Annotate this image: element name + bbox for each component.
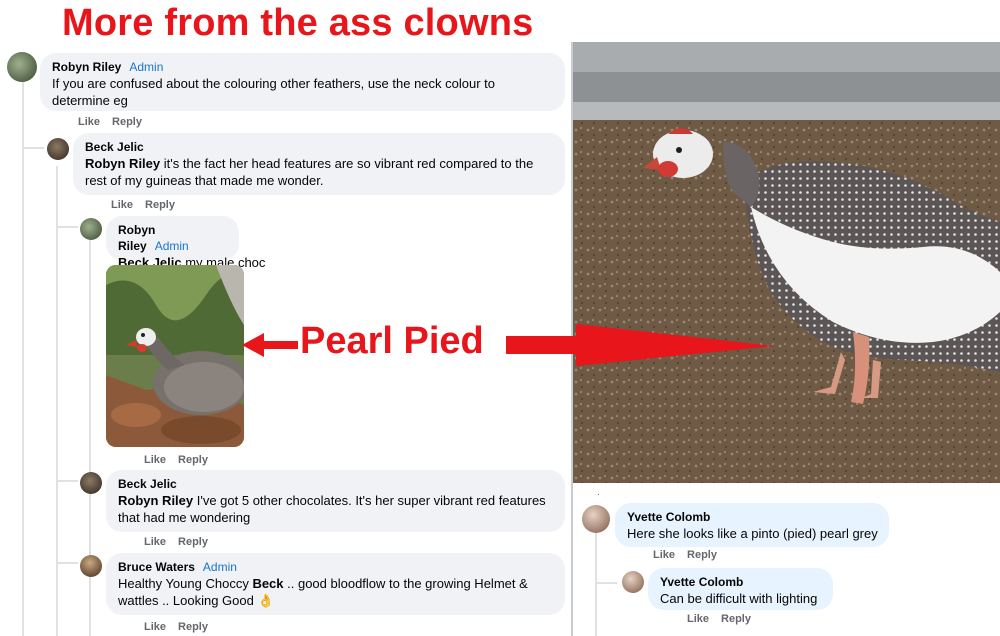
reply-button[interactable]: Reply [687,549,717,561]
like-button[interactable]: Like [653,549,675,561]
comment-author[interactable]: Beck Jelic [85,140,144,154]
comment-author[interactable]: Robyn Riley [52,60,121,74]
comment-bubble: Robyn Riley Admin If you are confused abo… [40,53,565,111]
comment-bubble: Robyn Riley Admin Beck Jelic my male choc [106,216,265,270]
like-button[interactable]: Like [78,116,100,128]
comment-text: Robyn Riley it's the fact her head featu… [85,156,534,188]
thread-connector [56,562,78,564]
like-button[interactable]: Like [144,621,166,633]
comment-actions: Like Reply [111,199,187,211]
admin-badge: Admin [202,560,237,574]
avatar[interactable] [47,138,69,160]
admin-badge: Admin [154,239,189,253]
comment-bubble: Beck Jelic Robyn Riley I've got 5 other … [106,470,565,532]
reply-button[interactable]: Reply [721,613,751,625]
avatar[interactable] [622,571,644,593]
avatar[interactable] [80,218,102,240]
comment-actions: Like Reply [144,536,220,548]
arrow-left-icon [242,333,298,357]
comment-author[interactable]: Yvette Colomb [627,510,710,524]
comment-author[interactable]: Beck Jelic [118,477,177,491]
like-button[interactable]: Like [687,613,709,625]
ok-hand-emoji: 👌 [257,593,274,608]
reply-button[interactable]: Reply [112,116,142,128]
thread-connector [22,147,44,149]
comment-actions: Like Reply [144,621,220,633]
headline: More from the ass clowns [62,2,534,44]
guinea-fowl-photo [106,265,244,447]
comment-photo[interactable] [106,265,244,447]
avatar[interactable] [582,505,610,533]
comment-text: Healthy Young Choccy Beck .. good bloodf… [118,576,528,608]
guinea-fowl-large-photo [573,42,1000,483]
comment-text: Here she looks like a pinto (pied) pearl… [627,526,878,541]
thread-line [56,166,58,636]
large-photo [573,42,1000,483]
arrow-right-icon [506,324,774,366]
thread-connector [56,226,78,228]
comment-bubble: Yvette Colomb Can be difficult with ligh… [648,568,833,610]
avatar[interactable] [7,52,37,82]
avatar[interactable] [80,472,102,494]
mention-link[interactable]: Beck [252,576,283,591]
comment-author[interactable]: Robyn Riley [118,223,155,253]
comment-author[interactable]: Yvette Colomb [660,575,743,589]
comment-bubble: Beck Jelic Robyn Riley it's the fact her… [73,133,565,195]
comment-author[interactable]: Bruce Waters [118,560,195,574]
comment-actions: Like Reply [78,116,154,128]
reply-button[interactable]: Reply [145,199,175,211]
comment-text: If you are confused about the colouring … [52,76,496,108]
thread-line [22,82,24,636]
like-button[interactable]: Like [144,536,166,548]
thread-connector [595,582,617,584]
mention-link[interactable]: Robyn Riley [118,493,193,508]
comment-bubble: Bruce Waters Admin Healthy Young Choccy B… [106,553,565,615]
mention-link[interactable]: Robyn Riley [85,156,160,171]
comment-actions: Like Reply [687,613,763,625]
thread-connector [56,480,78,482]
reply-button[interactable]: Reply [178,454,208,466]
comment-text: Robyn Riley I've got 5 other chocolates.… [118,493,546,525]
admin-badge: Admin [129,60,164,74]
comment-actions: Like Reply [653,549,729,561]
comment-actions: Like Reply [144,454,220,466]
dot-separator: . [597,487,600,498]
annotation-label: Pearl Pied [300,320,484,362]
thread-line [595,532,597,636]
like-button[interactable]: Like [144,454,166,466]
reply-button[interactable]: Reply [178,536,208,548]
comment-text: Can be difficult with lighting [660,591,818,606]
like-button[interactable]: Like [111,199,133,211]
avatar[interactable] [80,555,102,577]
reply-button[interactable]: Reply [178,621,208,633]
comment-bubble: Yvette Colomb Here she looks like a pint… [615,503,889,547]
